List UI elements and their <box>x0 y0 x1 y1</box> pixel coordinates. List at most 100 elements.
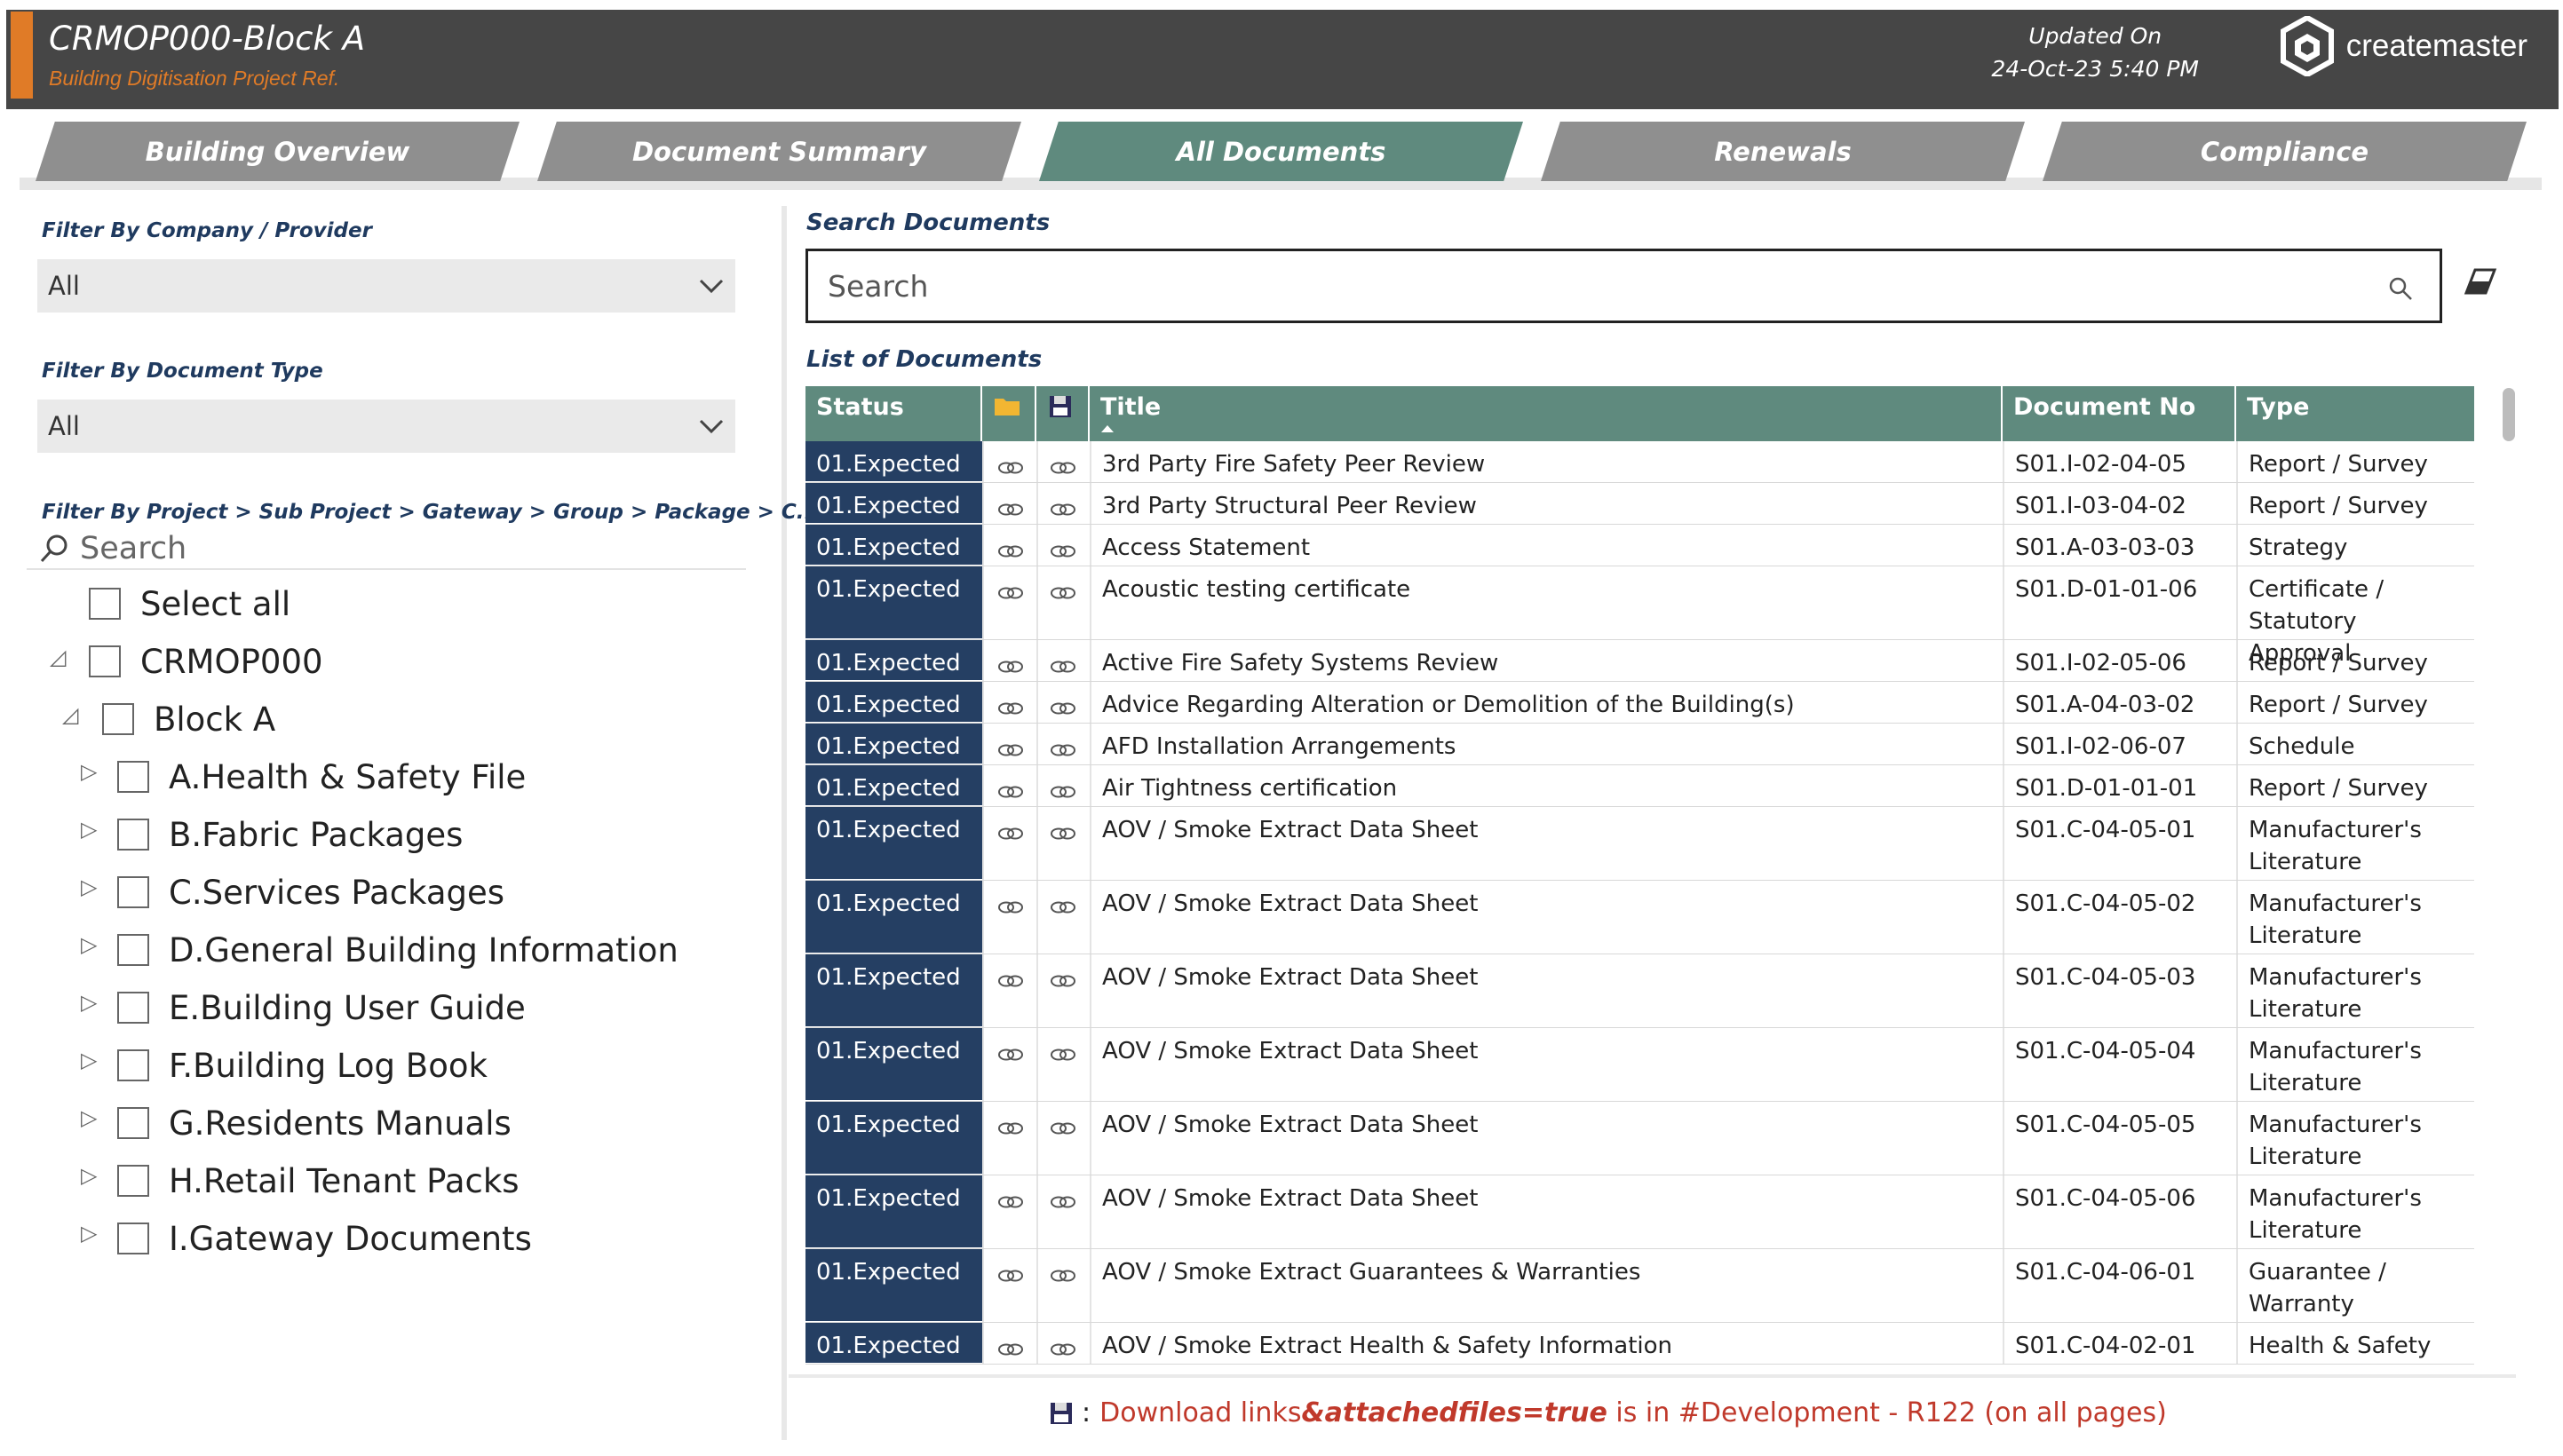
collapsed-triangle-icon[interactable]: ▷ <box>81 932 97 957</box>
link-icon[interactable] <box>997 537 1024 569</box>
column-header-docno[interactable]: Document No <box>2003 386 2236 441</box>
tree-item-health-safety[interactable]: A.Health & Safety File <box>117 755 526 799</box>
download-link-icon[interactable] <box>1050 454 1076 486</box>
download-link-icon[interactable] <box>1050 653 1076 684</box>
slicer-search-input[interactable]: Search <box>27 529 746 570</box>
checkbox[interactable] <box>89 645 121 677</box>
search-icon[interactable] <box>2388 276 2413 301</box>
filter-company-dropdown[interactable]: All <box>37 259 735 313</box>
column-header-download[interactable] <box>1036 386 1090 441</box>
table-row[interactable]: 01.Expected AOV / Smoke Extract Data Shee… <box>805 1102 2474 1175</box>
table-row[interactable]: 01.Expected Active Fire Safety Systems Re… <box>805 640 2474 682</box>
column-header-title[interactable]: Title <box>1090 386 2003 441</box>
download-link-icon[interactable] <box>1050 579 1076 611</box>
link-icon[interactable] <box>997 1262 1024 1294</box>
tree-item-log-book[interactable]: F.Building Log Book <box>117 1043 488 1088</box>
tree-item-retail-tenant[interactable]: H.Retail Tenant Packs <box>117 1159 520 1203</box>
tree-item-residents-manuals[interactable]: G.Residents Manuals <box>117 1101 512 1145</box>
tree-item-services[interactable]: C.Services Packages <box>117 870 504 914</box>
table-row[interactable]: 01.Expected Advice Regarding Alteration o… <box>805 682 2474 724</box>
download-link-icon[interactable] <box>1050 537 1076 569</box>
download-link-icon[interactable] <box>1050 967 1076 999</box>
table-row[interactable]: 01.Expected Access Statement S01.A-03-03-0… <box>805 525 2474 566</box>
column-header-status[interactable]: Status <box>805 386 982 441</box>
checkbox[interactable] <box>117 1165 149 1197</box>
column-header-folder[interactable] <box>982 386 1036 441</box>
table-row[interactable]: 01.Expected Acoustic testing certificate S… <box>805 566 2474 667</box>
table-row[interactable]: 01.Expected 3rd Party Fire Safety Peer Re… <box>805 441 2474 483</box>
checkbox[interactable] <box>117 761 149 793</box>
link-icon[interactable] <box>997 454 1024 486</box>
collapsed-triangle-icon[interactable]: ▷ <box>81 1048 97 1072</box>
link-icon[interactable] <box>997 819 1024 851</box>
column-header-type[interactable]: Type <box>2236 386 2474 441</box>
link-icon[interactable] <box>997 694 1024 726</box>
download-link-icon[interactable] <box>1050 1041 1076 1072</box>
download-link-icon[interactable] <box>1050 495 1076 527</box>
table-row[interactable]: 01.Expected Air Tightness certification S0… <box>805 765 2474 807</box>
table-row[interactable]: 01.Expected AFD Installation Arrangements… <box>805 724 2474 765</box>
table-row[interactable]: 01.Expected AOV / Smoke Extract Health & … <box>805 1323 2474 1365</box>
link-icon[interactable] <box>997 893 1024 925</box>
collapsed-triangle-icon[interactable]: ▷ <box>81 759 97 784</box>
tree-item-fabric[interactable]: B.Fabric Packages <box>117 812 463 857</box>
collapsed-triangle-icon[interactable]: ▷ <box>81 874 97 899</box>
checkbox[interactable] <box>117 1049 149 1081</box>
tab-document-summary[interactable]: Document Summary <box>537 122 1021 181</box>
tree-item-select-all[interactable]: Select all <box>89 582 290 626</box>
tree-item-user-guide[interactable]: E.Building User Guide <box>117 985 526 1030</box>
eraser-clear-icon[interactable] <box>2463 266 2498 298</box>
checkbox[interactable] <box>117 1223 149 1254</box>
download-link-icon[interactable] <box>1050 1262 1076 1294</box>
table-row[interactable]: 01.Expected AOV / Smoke Extract Data Shee… <box>805 881 2474 954</box>
checkbox[interactable] <box>117 876 149 908</box>
collapsed-triangle-icon[interactable]: ▷ <box>81 990 97 1015</box>
link-icon[interactable] <box>997 653 1024 684</box>
table-scrollbar[interactable] <box>2503 388 2515 441</box>
collapsed-triangle-icon[interactable]: ▷ <box>81 1105 97 1130</box>
link-icon[interactable] <box>997 1114 1024 1146</box>
table-row[interactable]: 01.Expected AOV / Smoke Extract Data Shee… <box>805 807 2474 881</box>
link-icon[interactable] <box>997 1335 1024 1367</box>
collapsed-triangle-icon[interactable]: ▷ <box>81 817 97 842</box>
checkbox[interactable] <box>117 1107 149 1139</box>
tree-item-block-a[interactable]: Block A <box>102 697 275 741</box>
expanded-triangle-icon[interactable]: ◿ <box>62 702 78 727</box>
table-row[interactable]: 01.Expected AOV / Smoke Extract Guarantee… <box>805 1249 2474 1323</box>
download-link-icon[interactable] <box>1050 1335 1076 1367</box>
tab-all-documents[interactable]: All Documents <box>1039 122 1523 181</box>
checkbox[interactable] <box>117 934 149 966</box>
download-link-icon[interactable] <box>1050 893 1076 925</box>
link-icon[interactable] <box>997 736 1024 768</box>
document-search-input[interactable]: Search <box>805 249 2442 323</box>
download-link-icon[interactable] <box>1050 1188 1076 1220</box>
table-row[interactable]: 01.Expected AOV / Smoke Extract Data Shee… <box>805 1175 2474 1249</box>
table-row[interactable]: 01.Expected AOV / Smoke Extract Data Shee… <box>805 1028 2474 1102</box>
filter-doctype-dropdown[interactable]: All <box>37 400 735 453</box>
link-icon[interactable] <box>997 778 1024 810</box>
download-link-icon[interactable] <box>1050 694 1076 726</box>
expanded-triangle-icon[interactable]: ◿ <box>50 645 66 669</box>
tab-renewals[interactable]: Renewals <box>1541 122 2025 181</box>
tree-item-crmop000[interactable]: CRMOP000 <box>89 639 323 684</box>
tree-item-general-building[interactable]: D.General Building Information <box>117 928 678 972</box>
table-row[interactable]: 01.Expected AOV / Smoke Extract Data Shee… <box>805 954 2474 1028</box>
checkbox[interactable] <box>89 588 121 620</box>
link-icon[interactable] <box>997 495 1024 527</box>
download-link-icon[interactable] <box>1050 819 1076 851</box>
link-icon[interactable] <box>997 967 1024 999</box>
link-icon[interactable] <box>997 579 1024 611</box>
tab-building-overview[interactable]: Building Overview <box>36 122 520 181</box>
collapsed-triangle-icon[interactable]: ▷ <box>81 1163 97 1188</box>
download-link-icon[interactable] <box>1050 778 1076 810</box>
tab-compliance[interactable]: Compliance <box>2043 122 2527 181</box>
link-icon[interactable] <box>997 1041 1024 1072</box>
table-row[interactable]: 01.Expected 3rd Party Structural Peer Rev… <box>805 483 2474 525</box>
download-link-icon[interactable] <box>1050 1114 1076 1146</box>
link-icon[interactable] <box>997 1188 1024 1220</box>
download-link-icon[interactable] <box>1050 736 1076 768</box>
tree-item-gateway-documents[interactable]: I.Gateway Documents <box>117 1216 532 1261</box>
checkbox[interactable] <box>117 992 149 1024</box>
collapsed-triangle-icon[interactable]: ▷ <box>81 1221 97 1246</box>
checkbox[interactable] <box>102 703 134 735</box>
